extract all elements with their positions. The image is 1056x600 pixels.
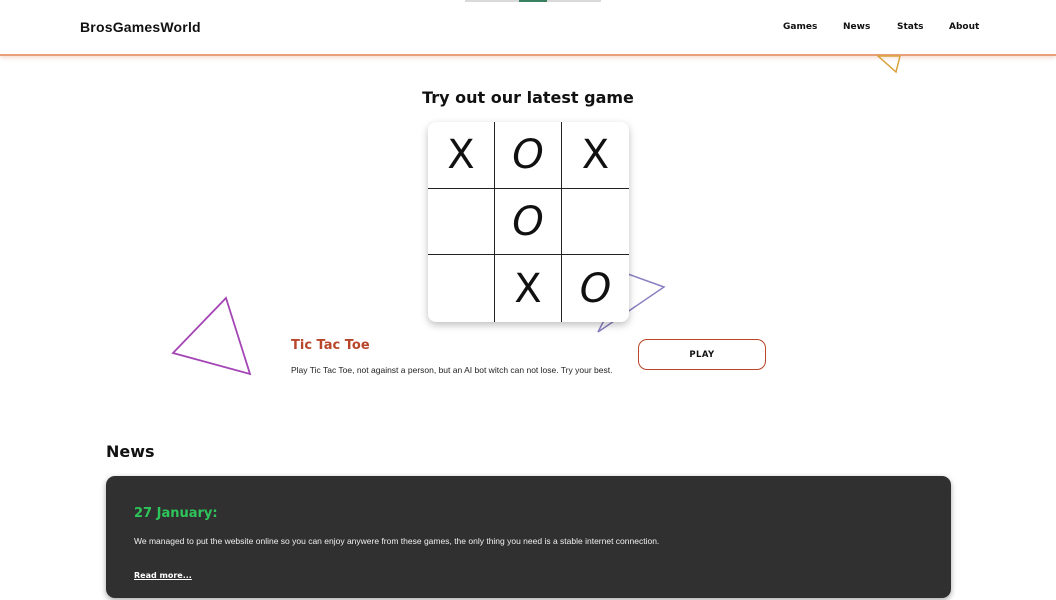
board-cell[interactable]: X xyxy=(562,122,629,189)
tic-tac-toe-board[interactable]: X O X O X O xyxy=(428,122,629,322)
game-title: Tic Tac Toe xyxy=(291,338,370,353)
nav-about[interactable]: About xyxy=(949,22,979,32)
decorative-triangle-purple-icon xyxy=(171,296,252,376)
board-cell[interactable] xyxy=(428,189,495,255)
read-more-link[interactable]: Read more... xyxy=(134,571,192,580)
top-scroll-indicator xyxy=(465,0,601,2)
board-cell[interactable]: X xyxy=(428,122,495,189)
scroll-indicator-active xyxy=(519,0,547,2)
board-cell[interactable]: O xyxy=(495,122,562,189)
news-text: We managed to put the website online so … xyxy=(134,536,660,546)
decorative-triangle-orange-icon xyxy=(876,55,901,74)
play-button[interactable]: PLAY xyxy=(638,339,766,370)
nav-games[interactable]: Games xyxy=(783,22,817,32)
news-heading: News xyxy=(106,442,155,461)
board-cell[interactable] xyxy=(428,255,495,322)
nav-news[interactable]: News xyxy=(843,22,870,32)
board-cell[interactable]: X xyxy=(495,255,562,322)
site-logo[interactable]: BrosGamesWorld xyxy=(80,19,201,35)
nav-stats[interactable]: Stats xyxy=(897,22,924,32)
site-header: BrosGamesWorld Games News Stats About xyxy=(0,0,1056,56)
game-description: Play Tic Tac Toe, not against a person, … xyxy=(291,365,613,375)
latest-game-title: Try out our latest game xyxy=(422,88,634,107)
board-cell[interactable]: O xyxy=(495,189,562,255)
board-cell[interactable] xyxy=(562,189,629,255)
board-cell[interactable]: O xyxy=(562,255,629,322)
news-card: 27 January: We managed to put the websit… xyxy=(106,476,951,598)
news-date: 27 January: xyxy=(134,506,218,521)
